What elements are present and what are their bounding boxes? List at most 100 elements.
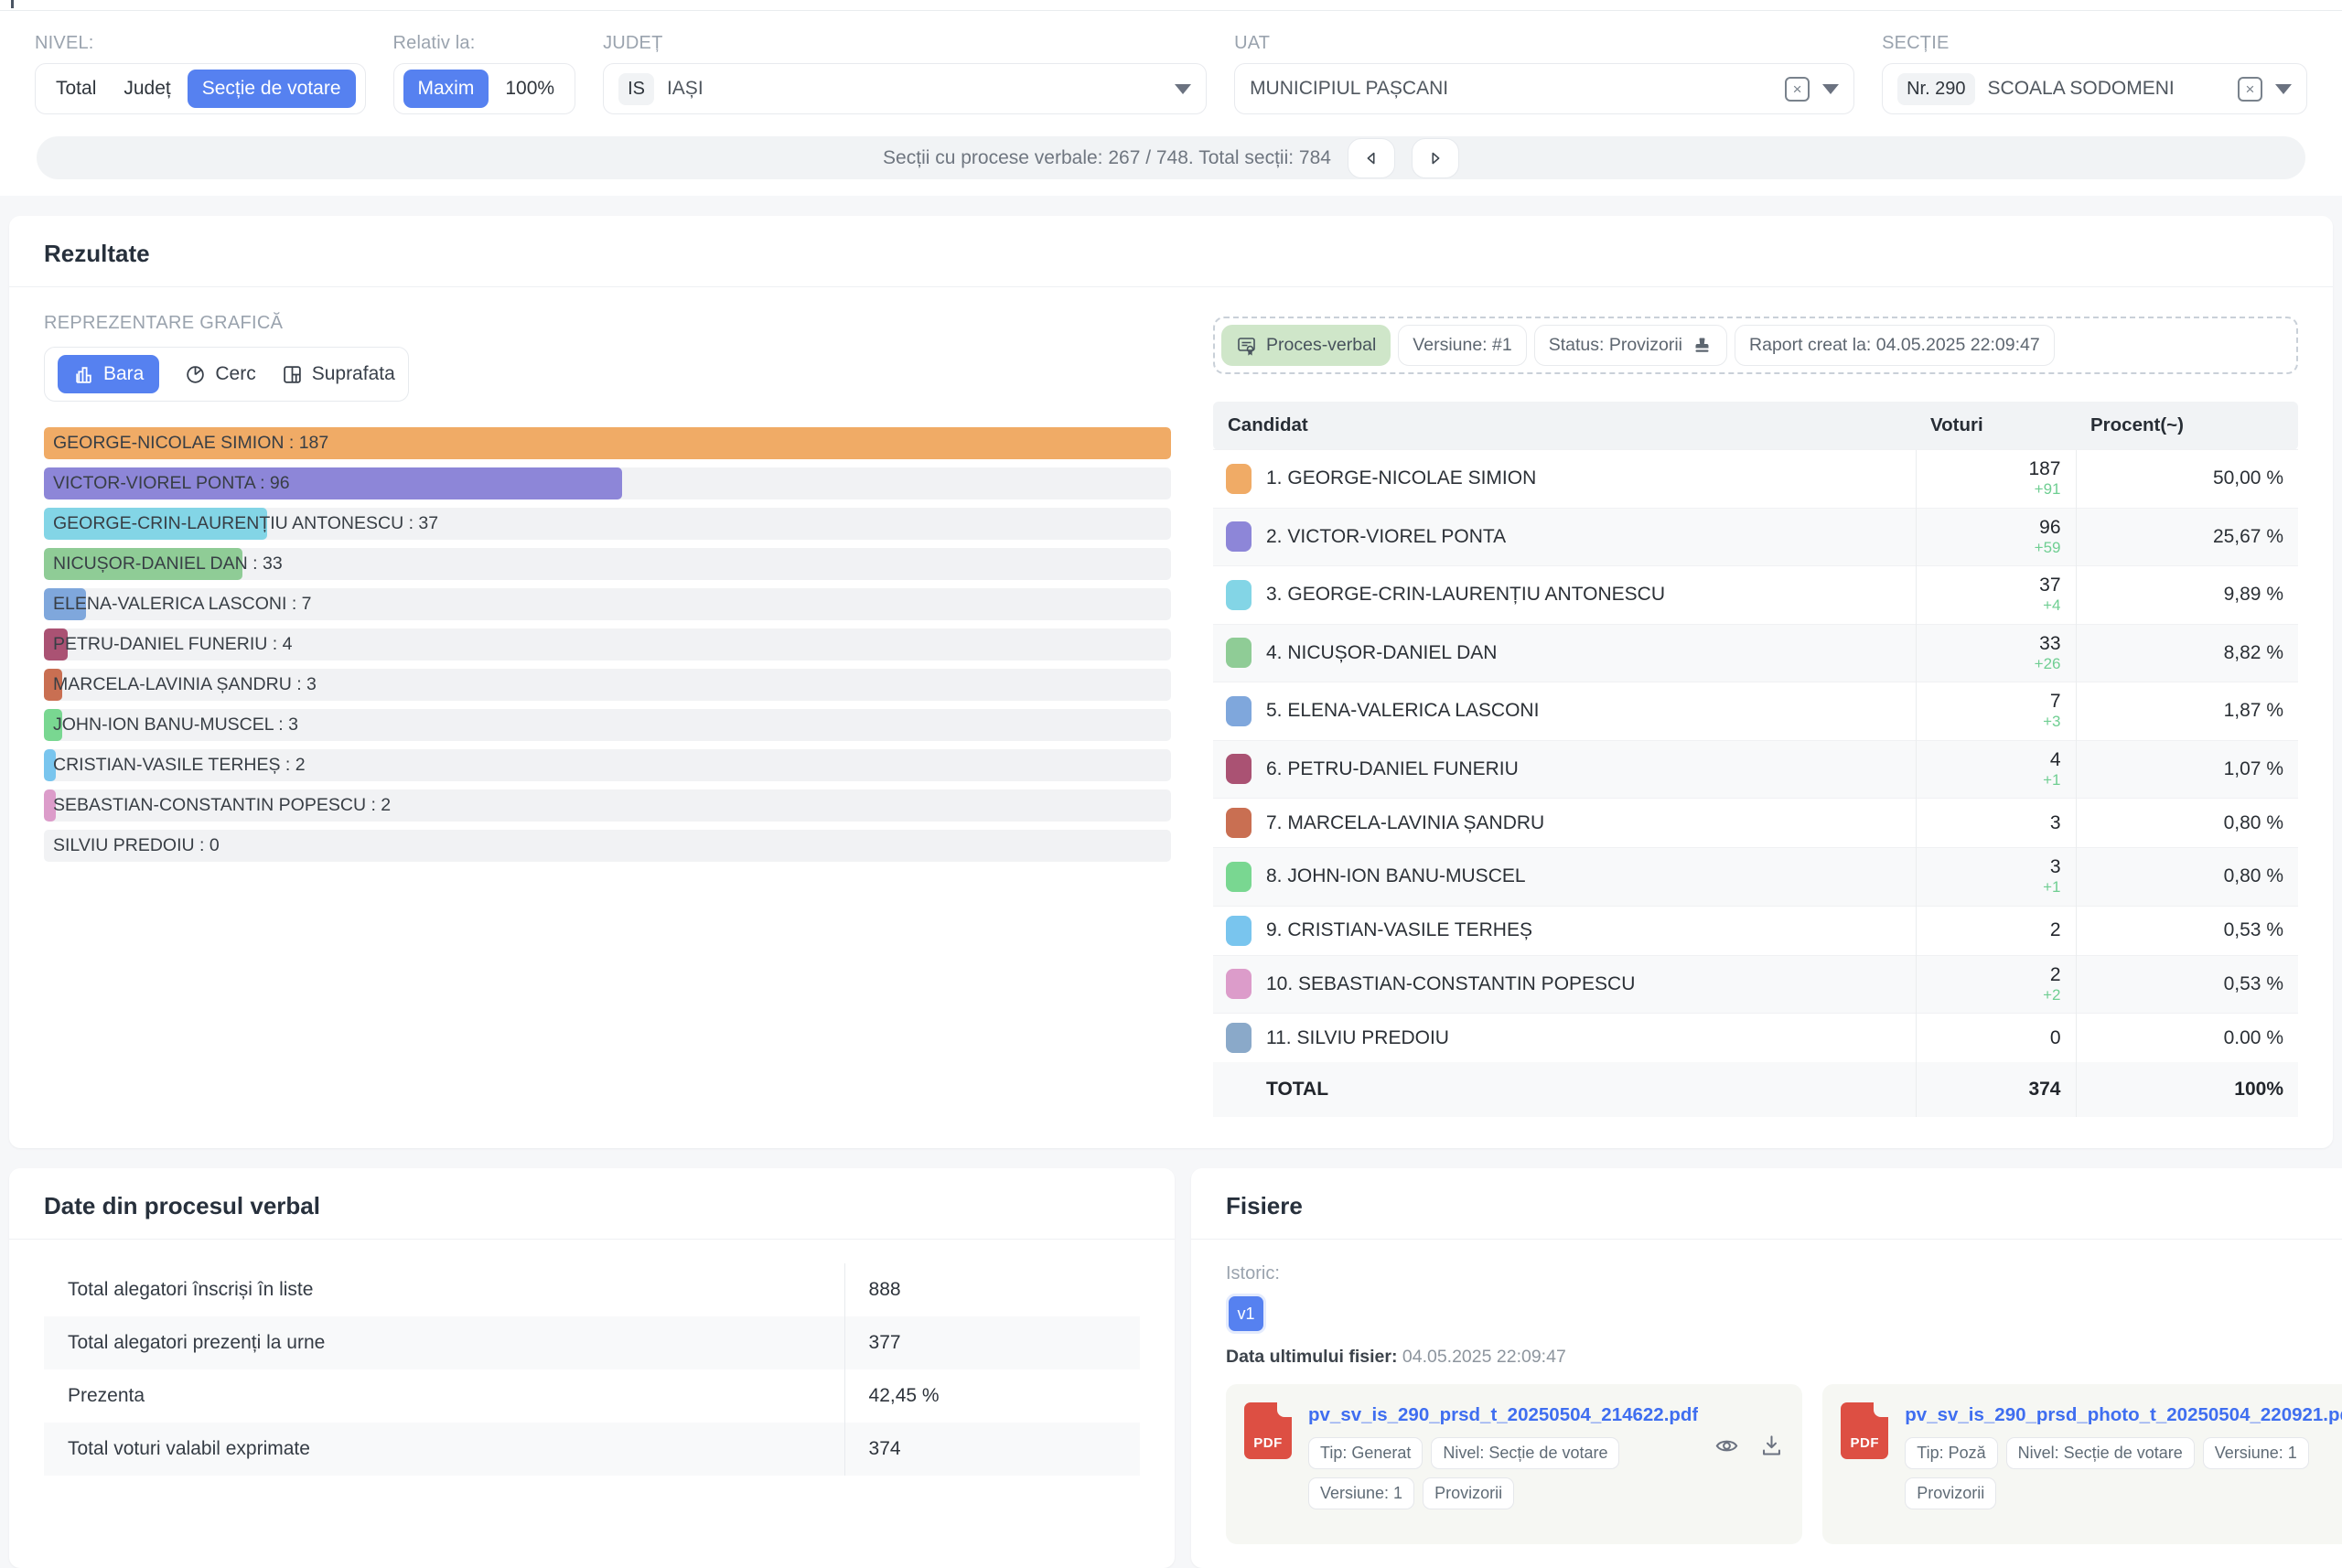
clear-icon[interactable]: × <box>2238 76 2262 102</box>
table-row: Total alegatori prezenți la urne 377 <box>44 1316 1140 1370</box>
clear-icon[interactable]: × <box>1785 76 1810 102</box>
table-row[interactable]: 6. PETRU-DANIEL FUNERIU 4 +1 1,07 % <box>1213 739 2298 799</box>
relativ-option-maxim[interactable]: Maxim <box>403 70 489 108</box>
version-v1-button[interactable]: v1 <box>1226 1294 1266 1335</box>
table-row[interactable]: 9. CRISTIAN-VASILE TERHEȘ 2 0,53 % <box>1213 905 2298 956</box>
metric-label: Total alegatori prezenți la urne <box>68 1332 326 1354</box>
table-row[interactable]: 7. MARCELA-LAVINIA ȘANDRU 3 0,80 % <box>1213 798 2298 848</box>
candidate-color-swatch <box>1226 754 1252 785</box>
divider <box>9 286 2333 287</box>
bar-label: SEBASTIAN-CONSTANTIN POPESCU : 2 <box>53 795 392 815</box>
bar-row[interactable]: SILVIU PREDOIU : 0 <box>44 830 1171 862</box>
last-file-label: Data ultimului fisier: <box>1226 1347 1398 1368</box>
votes-value: 3 <box>2049 856 2061 878</box>
tab-proces-verbal[interactable]: Proces-verbal <box>1221 325 1391 366</box>
votes-value: 7 <box>2049 691 2061 713</box>
table-row[interactable]: 11. SILVIU PREDOIU 0 0.00 % <box>1213 1013 2298 1063</box>
nivel-option-sectie[interactable]: Secție de votare <box>187 70 356 108</box>
judet-select[interactable]: IS IAȘI <box>603 63 1208 114</box>
candidate-color-swatch <box>1226 969 1252 1000</box>
chevron-down-icon[interactable] <box>2275 83 2292 94</box>
file-card: PDF pv_sv_is_290_prsd_t_20250504_214622.… <box>1226 1384 1803 1545</box>
chevron-down-icon[interactable] <box>1175 83 1192 94</box>
uat-select[interactable]: MUNICIPIUL PAȘCANI × <box>1234 63 1855 114</box>
bar-row[interactable]: NICUȘOR-DANIEL DAN : 33 <box>44 548 1171 580</box>
votes-value: 4 <box>2049 748 2061 770</box>
nivel-label: NIVEL: <box>35 33 94 53</box>
votes-value: 3 <box>2049 811 2061 833</box>
candidate-color-swatch <box>1226 915 1252 946</box>
chart-section-label: REPREZENTARE GRAFICĂ <box>44 313 284 333</box>
bar-row[interactable]: PETRU-DANIEL FUNERIU : 4 <box>44 628 1171 660</box>
nivel-option-total[interactable]: Total <box>45 78 107 100</box>
chart-mode-bara[interactable]: Bara <box>58 355 160 393</box>
header-divider <box>0 0 2342 11</box>
file-link[interactable]: pv_sv_is_290_prsd_photo_t_20250504_22092… <box>1905 1404 2342 1426</box>
header-candidat: Candidat <box>1213 402 1916 450</box>
preview-eye-icon[interactable] <box>1714 1434 1739 1458</box>
table-row[interactable]: 1. GEORGE-NICOLAE SIMION 187 +91 50,00 % <box>1213 449 2298 509</box>
next-section-button[interactable] <box>1411 137 1459 178</box>
bar-row[interactable]: GEORGE-CRIN-LAURENȚIU ANTONESCU : 37 <box>44 508 1171 540</box>
relativ-option-100[interactable]: 100% <box>494 78 565 100</box>
percent-value: 8,82 % <box>2075 623 2298 682</box>
results-header-row: Candidat Voturi Procent(~) <box>1213 402 2298 450</box>
bar-row[interactable]: SEBASTIAN-CONSTANTIN POPESCU : 2 <box>44 789 1171 822</box>
candidates-bar-chart: GEORGE-NICOLAE SIMION : 187 VICTOR-VIORE… <box>44 427 1171 862</box>
table-row: Total alegatori înscriși în liste 888 <box>44 1263 1140 1317</box>
status-badge: Status: Provizorii <box>1533 325 1728 366</box>
table-row[interactable]: 10. SEBASTIAN-CONSTANTIN POPESCU 2 +2 0,… <box>1213 954 2298 1014</box>
filter-panel: NIVEL: Total Județ Secție de votare Rela… <box>0 0 2342 196</box>
votes-value: 187 <box>2028 458 2061 479</box>
bar-label: SILVIU PREDOIU : 0 <box>53 835 220 855</box>
candidate-name: 10. SEBASTIAN-CONSTANTIN POPESCU <box>1266 972 1636 994</box>
table-row: Total voturi valabil exprimate 374 <box>44 1423 1140 1477</box>
scrollbar-remnant <box>11 0 14 8</box>
bar-label: ELENA-VALERICA LASCONI : 7 <box>53 594 312 614</box>
chart-mode-cerc[interactable]: Cerc <box>185 363 256 385</box>
last-file-date: 04.05.2025 22:09:47 <box>1402 1347 1566 1368</box>
bar-row[interactable]: VICTOR-VIOREL PONTA : 96 <box>44 467 1171 499</box>
nivel-option-judet[interactable]: Județ <box>113 78 181 100</box>
table-row[interactable]: 4. NICUȘOR-DANIEL DAN 33 +26 8,82 % <box>1213 623 2298 682</box>
votes-delta: +2 <box>2043 985 2061 1004</box>
file-tag: Provizorii <box>1905 1477 1997 1510</box>
file-tag: Tip: Poză <box>1905 1437 1998 1470</box>
bar-row[interactable]: MARCELA-LAVINIA ȘANDRU : 3 <box>44 669 1171 701</box>
versiune-badge: Versiune: #1 <box>1398 325 1527 366</box>
pv-summary-table: Total alegatori înscriși în liste 888 To… <box>44 1263 1140 1477</box>
file-tag: Nivel: Secție de votare <box>1431 1437 1620 1470</box>
sectie-select[interactable]: Nr. 290 SCOALA SODOMENI × <box>1882 63 2307 114</box>
bar-row[interactable]: GEORGE-NICOLAE SIMION : 187 <box>44 427 1171 459</box>
candidate-color-swatch <box>1226 638 1252 669</box>
candidate-color-swatch <box>1226 1023 1252 1054</box>
bar-row[interactable]: CRISTIAN-VASILE TERHEȘ : 2 <box>44 749 1171 781</box>
chevron-down-icon[interactable] <box>1822 83 1840 94</box>
bar-row[interactable]: JOHN-ION BANU-MUSCEL : 3 <box>44 709 1171 741</box>
percent-value: 50,00 % <box>2075 449 2298 509</box>
divider <box>9 1239 1175 1240</box>
metric-label: Prezenta <box>68 1385 145 1407</box>
table-row[interactable]: 2. VICTOR-VIOREL PONTA 96 +59 25,67 % <box>1213 507 2298 566</box>
candidate-color-swatch <box>1226 521 1252 553</box>
pdf-file-icon: PDF <box>1244 1402 1292 1460</box>
rezultate-card: Rezultate REPREZENTARE GRAFICĂ Bara Cerc… <box>9 216 2333 1149</box>
candidate-name: 2. VICTOR-VIOREL PONTA <box>1266 525 1507 547</box>
votes-delta: +91 <box>2034 480 2061 499</box>
candidate-name: 1. GEORGE-NICOLAE SIMION <box>1266 467 1537 489</box>
uat-value: MUNICIPIUL PAȘCANI <box>1250 78 1449 99</box>
table-row[interactable]: 5. ELENA-VALERICA LASCONI 7 +3 1,87 % <box>1213 682 2298 741</box>
fisiere-card: Fisiere Istoric: v1 Data ultimului fisie… <box>1191 1168 2342 1568</box>
table-row[interactable]: 8. JOHN-ION BANU-MUSCEL 3 +1 0,80 % <box>1213 847 2298 907</box>
file-tag: Nivel: Secție de votare <box>2005 1437 2195 1470</box>
file-link[interactable]: pv_sv_is_290_prsd_t_20250504_214622.pdf <box>1308 1404 1698 1426</box>
prev-section-button[interactable] <box>1347 137 1395 178</box>
chart-mode-suprafata[interactable]: Suprafata <box>282 363 395 385</box>
arrow-left-icon <box>1367 152 1375 164</box>
table-row[interactable]: 3. GEORGE-CRIN-LAURENȚIU ANTONESCU 37 +4… <box>1213 565 2298 625</box>
bar-row[interactable]: ELENA-VALERICA LASCONI : 7 <box>44 588 1171 620</box>
uat-label: UAT <box>1234 33 1271 53</box>
download-icon[interactable] <box>1759 1434 1784 1458</box>
raport-creat-badge: Raport creat la: 04.05.2025 22:09:47 <box>1735 325 2055 366</box>
judet-label: JUDEȚ <box>603 33 663 53</box>
